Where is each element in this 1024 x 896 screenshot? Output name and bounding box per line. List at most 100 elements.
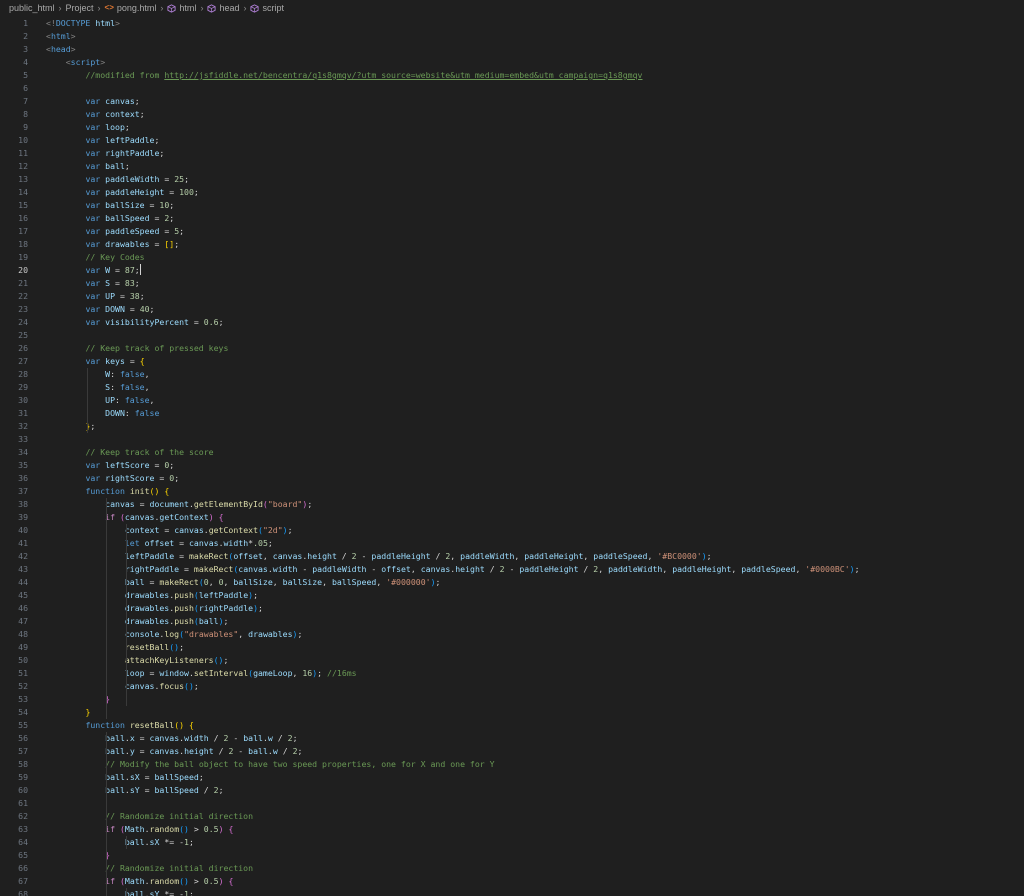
code-line[interactable]: 31 DOWN: false bbox=[0, 407, 1024, 420]
code-line[interactable]: 16 var ballSpeed = 2; bbox=[0, 212, 1024, 225]
code-line[interactable]: 24 var visibilityPercent = 0.6; bbox=[0, 316, 1024, 329]
token-num: 100 bbox=[179, 187, 194, 197]
code-line[interactable]: 1 <!DOCTYPE html> bbox=[0, 17, 1024, 30]
code-line[interactable]: 14 var paddleHeight = 100; bbox=[0, 186, 1024, 199]
code-line[interactable]: 9 var loop; bbox=[0, 121, 1024, 134]
code-line[interactable]: 25 bbox=[0, 329, 1024, 342]
code-line[interactable]: 50 attachKeyListeners(); bbox=[0, 654, 1024, 667]
code-line[interactable]: 65 } bbox=[0, 849, 1024, 862]
breadcrumb-item-pong-html[interactable]: <> pong.html bbox=[105, 3, 157, 13]
token-punc bbox=[46, 603, 125, 613]
code-line[interactable]: 56 ball.x = canvas.width / 2 - ball.w / … bbox=[0, 732, 1024, 745]
code-line[interactable]: 33 bbox=[0, 433, 1024, 446]
code-line[interactable]: 17 var paddleSpeed = 5; bbox=[0, 225, 1024, 238]
code-line[interactable]: 63 if (Math.random() > 0.5) { bbox=[0, 823, 1024, 836]
breadcrumb-item-script[interactable]: script bbox=[250, 3, 284, 13]
code-line[interactable]: 51 loop = window.setInterval(gameLoop, 1… bbox=[0, 667, 1024, 680]
code-line[interactable]: 58 // Modify the ball object to have two… bbox=[0, 758, 1024, 771]
code-line[interactable]: 20 var W = 87; bbox=[0, 264, 1024, 277]
code-line[interactable]: 2 <html> bbox=[0, 30, 1024, 43]
code-line[interactable]: 46 drawables.push(rightPaddle); bbox=[0, 602, 1024, 615]
code-line[interactable]: 41 let offset = canvas.width*.05; bbox=[0, 537, 1024, 550]
code-line[interactable]: 30 UP: false, bbox=[0, 394, 1024, 407]
code-line[interactable]: 21 var S = 83; bbox=[0, 277, 1024, 290]
code-line[interactable]: 8 var context; bbox=[0, 108, 1024, 121]
code-line[interactable]: 11 var rightPaddle; bbox=[0, 147, 1024, 160]
code-line[interactable]: 67 if (Math.random() > 0.5) { bbox=[0, 875, 1024, 888]
code-line[interactable]: 35 var leftScore = 0; bbox=[0, 459, 1024, 472]
chevron-right-icon: › bbox=[200, 3, 204, 13]
code-line[interactable]: 5 //modified from http://jsfiddle.net/be… bbox=[0, 69, 1024, 82]
code-line[interactable]: 10 var leftPaddle; bbox=[0, 134, 1024, 147]
token-punc: / bbox=[272, 733, 288, 743]
code-line[interactable]: 68 ball.sY *= -1; bbox=[0, 888, 1024, 896]
code-line[interactable]: 13 var paddleWidth = 25; bbox=[0, 173, 1024, 186]
code-line[interactable]: 32 }; bbox=[0, 420, 1024, 433]
token-punc: ; bbox=[317, 668, 328, 678]
token-punc: = bbox=[144, 200, 160, 210]
code-line[interactable]: 3 <head> bbox=[0, 43, 1024, 56]
token-punc bbox=[46, 590, 125, 600]
code-line[interactable]: 54 } bbox=[0, 706, 1024, 719]
code-line[interactable]: 15 var ballSize = 10; bbox=[0, 199, 1024, 212]
token-punc: = bbox=[188, 317, 204, 327]
token-bool: false bbox=[134, 408, 160, 418]
breadcrumb-item-html[interactable]: html bbox=[167, 3, 196, 13]
token-var: ball bbox=[198, 616, 219, 626]
code-line[interactable]: 40 context = canvas.getContext("2d"); bbox=[0, 524, 1024, 537]
code-line[interactable]: 36 var rightScore = 0; bbox=[0, 472, 1024, 485]
token-punc: = bbox=[134, 746, 150, 756]
code-line[interactable]: 38 canvas = document.getElementById("boa… bbox=[0, 498, 1024, 511]
breadcrumb-item-project[interactable]: Project bbox=[66, 3, 94, 13]
token-punc bbox=[46, 187, 85, 197]
code-line[interactable]: 57 ball.y = canvas.height / 2 - ball.w /… bbox=[0, 745, 1024, 758]
token-kw: var bbox=[85, 135, 101, 145]
code-text: // Key Codes bbox=[46, 251, 144, 264]
code-editor[interactable]: public_html › Project › <> pong.html › html › hea… bbox=[0, 0, 1024, 896]
code-line[interactable]: 49 resetBall(); bbox=[0, 641, 1024, 654]
code-line[interactable]: 52 canvas.focus(); bbox=[0, 680, 1024, 693]
code-line[interactable]: 23 var DOWN = 40; bbox=[0, 303, 1024, 316]
code-line[interactable]: 45 drawables.push(leftPaddle); bbox=[0, 589, 1024, 602]
code-line[interactable]: 29 S: false, bbox=[0, 381, 1024, 394]
code-line[interactable]: 48 console.log("drawables", drawables); bbox=[0, 628, 1024, 641]
code-line[interactable]: 19 // Key Codes bbox=[0, 251, 1024, 264]
token-kw: var bbox=[85, 187, 101, 197]
code-line[interactable]: 22 var UP = 38; bbox=[0, 290, 1024, 303]
code-line[interactable]: 60 ball.sY = ballSpeed / 2; bbox=[0, 784, 1024, 797]
code-text: }; bbox=[46, 420, 95, 433]
code-area[interactable]: 1 <!DOCTYPE html> 2 <html> 3 <head> 4 <script>… bbox=[0, 16, 1024, 896]
code-line[interactable]: 61 bbox=[0, 797, 1024, 810]
code-line[interactable]: 47 drawables.push(ball); bbox=[0, 615, 1024, 628]
code-line[interactable]: 59 ball.sX = ballSpeed; bbox=[0, 771, 1024, 784]
code-line[interactable]: 34 // Keep track of the score bbox=[0, 446, 1024, 459]
code-line[interactable]: 43 rightPaddle = makeRect(canvas.width -… bbox=[0, 563, 1024, 576]
code-line[interactable]: 26 // Keep track of pressed keys bbox=[0, 342, 1024, 355]
line-number: 63 bbox=[18, 824, 28, 834]
code-line[interactable]: 55 function resetBall() { bbox=[0, 719, 1024, 732]
token-punc: - bbox=[233, 746, 249, 756]
token-link[interactable]: http://jsfiddle.net/bencentra/q1s8gmqv/?… bbox=[164, 70, 642, 80]
code-line[interactable]: 44 ball = makeRect(0, 0, ballSize, ballS… bbox=[0, 576, 1024, 589]
code-line[interactable]: 28 W: false, bbox=[0, 368, 1024, 381]
code-text: drawables.push(ball); bbox=[46, 615, 229, 628]
code-line[interactable]: 66 // Randomize initial direction bbox=[0, 862, 1024, 875]
code-line[interactable]: 53 } bbox=[0, 693, 1024, 706]
code-line[interactable]: 12 var ball; bbox=[0, 160, 1024, 173]
code-line[interactable]: 42 leftPaddle = makeRect(offset, canvas.… bbox=[0, 550, 1024, 563]
token-punc bbox=[46, 538, 125, 548]
breadcrumb-item-head[interactable]: head bbox=[207, 3, 239, 13]
code-line[interactable]: 7 var canvas; bbox=[0, 95, 1024, 108]
breadcrumb-item-public-html[interactable]: public_html bbox=[9, 3, 55, 13]
code-line[interactable]: 39 if (canvas.getContext) { bbox=[0, 511, 1024, 524]
code-line[interactable]: 27 var keys = { bbox=[0, 355, 1024, 368]
line-number: 57 bbox=[18, 746, 28, 756]
code-line[interactable]: 6 bbox=[0, 82, 1024, 95]
token-punc bbox=[46, 564, 125, 574]
code-line[interactable]: 64 ball.sX *= -1; bbox=[0, 836, 1024, 849]
code-line[interactable]: 37 function init() { bbox=[0, 485, 1024, 498]
code-line[interactable]: 62 // Randomize initial direction bbox=[0, 810, 1024, 823]
code-line[interactable]: 4 <script> bbox=[0, 56, 1024, 69]
token-var: keys bbox=[105, 356, 125, 366]
code-line[interactable]: 18 var drawables = []; bbox=[0, 238, 1024, 251]
